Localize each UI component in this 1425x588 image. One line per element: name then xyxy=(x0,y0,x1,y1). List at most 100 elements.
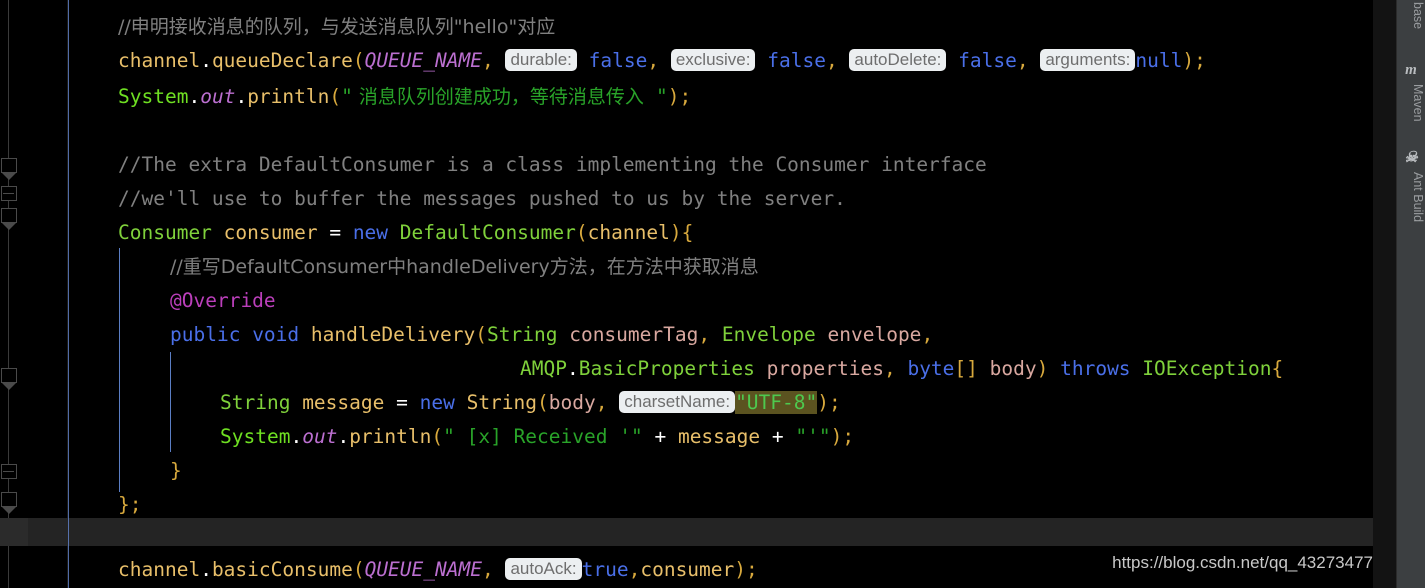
code-token: , xyxy=(883,357,908,380)
code-token: "'" xyxy=(795,425,831,448)
code-token: println xyxy=(247,85,330,108)
code-token: new xyxy=(419,391,467,414)
code-token: . xyxy=(235,85,248,108)
watermark-url: https://blog.csdn.net/qq_43273477 xyxy=(1112,553,1373,572)
sidebar-item-ant-build[interactable]: Ant Build xyxy=(1397,172,1425,222)
code-token: QUEUE_NAME xyxy=(364,49,482,72)
code-token: new xyxy=(352,221,400,244)
code-token: = xyxy=(396,391,420,414)
code-token: consumerTag xyxy=(557,323,699,346)
code-token: , xyxy=(628,558,641,581)
code-token: }; xyxy=(118,493,142,516)
fold-marker[interactable] xyxy=(1,208,17,223)
code-token: void xyxy=(252,323,311,346)
code-token: , xyxy=(825,49,850,72)
code-line[interactable]: //重写DefaultConsumer中handleDelivery方法，在方法… xyxy=(170,250,759,284)
sidebar-item-maven[interactable]: Maven xyxy=(1397,84,1425,122)
code-line[interactable]: Consumer consumer = new DefaultConsumer(… xyxy=(118,216,693,250)
code-token: ); xyxy=(1182,49,1206,72)
fold-marker[interactable] xyxy=(1,492,17,507)
parameter-hint: autoDelete: xyxy=(849,49,947,71)
code-token: channel xyxy=(587,221,670,244)
code-token: @Override xyxy=(170,289,276,312)
code-line[interactable]: System.out.println(" [x] Received '" + m… xyxy=(220,420,854,454)
indent-guide xyxy=(119,248,120,492)
code-line[interactable]: }; xyxy=(118,488,141,522)
code-token: ( xyxy=(431,425,444,448)
fold-collapse-icon[interactable] xyxy=(2,383,16,390)
fold-marker[interactable] xyxy=(1,158,17,173)
fold-collapse-icon[interactable] xyxy=(2,173,16,180)
code-token: basicConsume xyxy=(211,558,353,581)
code-token: consumer xyxy=(211,221,330,244)
code-token: + xyxy=(760,425,796,448)
code-token: , xyxy=(698,323,722,346)
code-token: . xyxy=(200,49,212,72)
code-token: channel xyxy=(118,49,201,72)
code-token: , xyxy=(647,49,671,72)
code-token: out xyxy=(200,85,236,108)
code-token: byte xyxy=(907,357,955,380)
code-token: ) xyxy=(669,221,682,244)
code-token: ) xyxy=(1036,357,1061,380)
code-token: message xyxy=(290,391,397,414)
code-line[interactable]: channel.basicConsume(QUEUE_NAME, autoAck… xyxy=(118,553,758,587)
tool-window-sidebar[interactable]: base m Maven ☠ Ant Build xyxy=(1396,0,1425,588)
code-token: System xyxy=(118,85,189,108)
code-token: ); xyxy=(817,391,841,414)
code-token: ( xyxy=(537,391,549,414)
code-token: . xyxy=(566,357,579,380)
fold-collapse-icon[interactable] xyxy=(2,507,16,514)
code-line[interactable]: } xyxy=(170,454,182,488)
code-token: . xyxy=(337,425,350,448)
code-line[interactable]: //The extra DefaultConsumer is a class i… xyxy=(118,148,987,182)
code-token: 消息队列创建成功，等待消息传入 xyxy=(352,86,656,108)
code-token: true xyxy=(581,558,629,581)
code-token: public xyxy=(170,323,253,346)
code-token: { xyxy=(681,221,694,244)
code-token: consumer xyxy=(640,558,735,581)
code-token: , xyxy=(481,558,506,581)
code-token: String xyxy=(466,391,538,414)
code-token: BasicProperties xyxy=(578,357,755,380)
code-line[interactable]: @Override xyxy=(170,284,276,318)
code-line[interactable]: //申明接收消息的队列，与发送消息队列"hello"对应 xyxy=(118,10,555,44)
code-line[interactable]: System.out.println(" 消息队列创建成功，等待消息传入 "); xyxy=(118,80,691,114)
current-line-gutter-highlight xyxy=(0,518,28,546)
parameter-hint: charsetName: xyxy=(619,391,736,413)
code-line[interactable]: AMQP.BasicProperties properties, byte[] … xyxy=(520,352,1283,386)
parameter-hint: durable: xyxy=(505,49,577,71)
code-line[interactable]: //we'll use to buffer the messages pushe… xyxy=(118,182,846,216)
code-token: out xyxy=(302,425,338,448)
code-token: //重写DefaultConsumer中handleDelivery方法，在方法… xyxy=(170,256,759,278)
indent-guide xyxy=(170,352,171,452)
maven-icon: m xyxy=(1405,62,1417,78)
code-token: ( xyxy=(575,221,588,244)
code-token: . xyxy=(200,558,212,581)
code-token: , xyxy=(481,49,506,72)
fold-marker[interactable] xyxy=(1,368,17,383)
fold-collapse-icon[interactable] xyxy=(2,223,16,230)
code-token: body xyxy=(548,391,596,414)
code-token: " xyxy=(341,85,353,108)
code-line[interactable]: public void handleDelivery(String consum… xyxy=(170,318,933,352)
code-token: AMQP xyxy=(520,357,567,380)
editor-gutter[interactable] xyxy=(0,0,68,588)
code-token: channel xyxy=(118,558,201,581)
code-token: . xyxy=(188,85,201,108)
code-editor-surface[interactable]: //申明接收消息的队列，与发送消息队列"hello"对应 channel.queu… xyxy=(0,0,1373,588)
code-line[interactable]: String message = new String(body, charse… xyxy=(220,386,841,420)
sidebar-item-database[interactable]: base xyxy=(1397,2,1425,29)
code-token: ( xyxy=(352,49,365,72)
code-token: ); xyxy=(734,558,758,581)
code-token: " [x] Received '" xyxy=(443,425,643,448)
code-token: Consumer xyxy=(118,221,212,244)
parameter-hint: autoAck: xyxy=(505,558,582,580)
code-token: String xyxy=(487,323,558,346)
code-line[interactable]: channel.queueDeclare(QUEUE_NAME, durable… xyxy=(118,44,1206,78)
code-token: , xyxy=(921,323,934,346)
code-token: false xyxy=(588,49,648,72)
caret-column-guide xyxy=(68,0,69,588)
code-token: false xyxy=(958,49,1017,72)
